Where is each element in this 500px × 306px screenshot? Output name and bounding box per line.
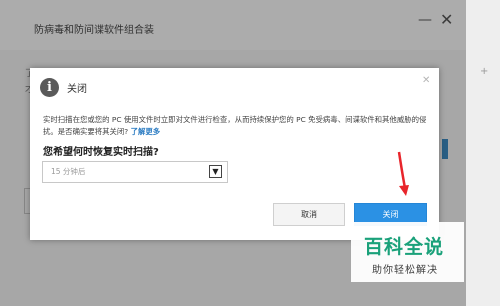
watermark-sub: 助你轻松解决: [372, 265, 438, 276]
watermark-main: 百科全说: [364, 236, 445, 258]
watermark: 百科全说 助你轻松解决: [351, 222, 464, 282]
